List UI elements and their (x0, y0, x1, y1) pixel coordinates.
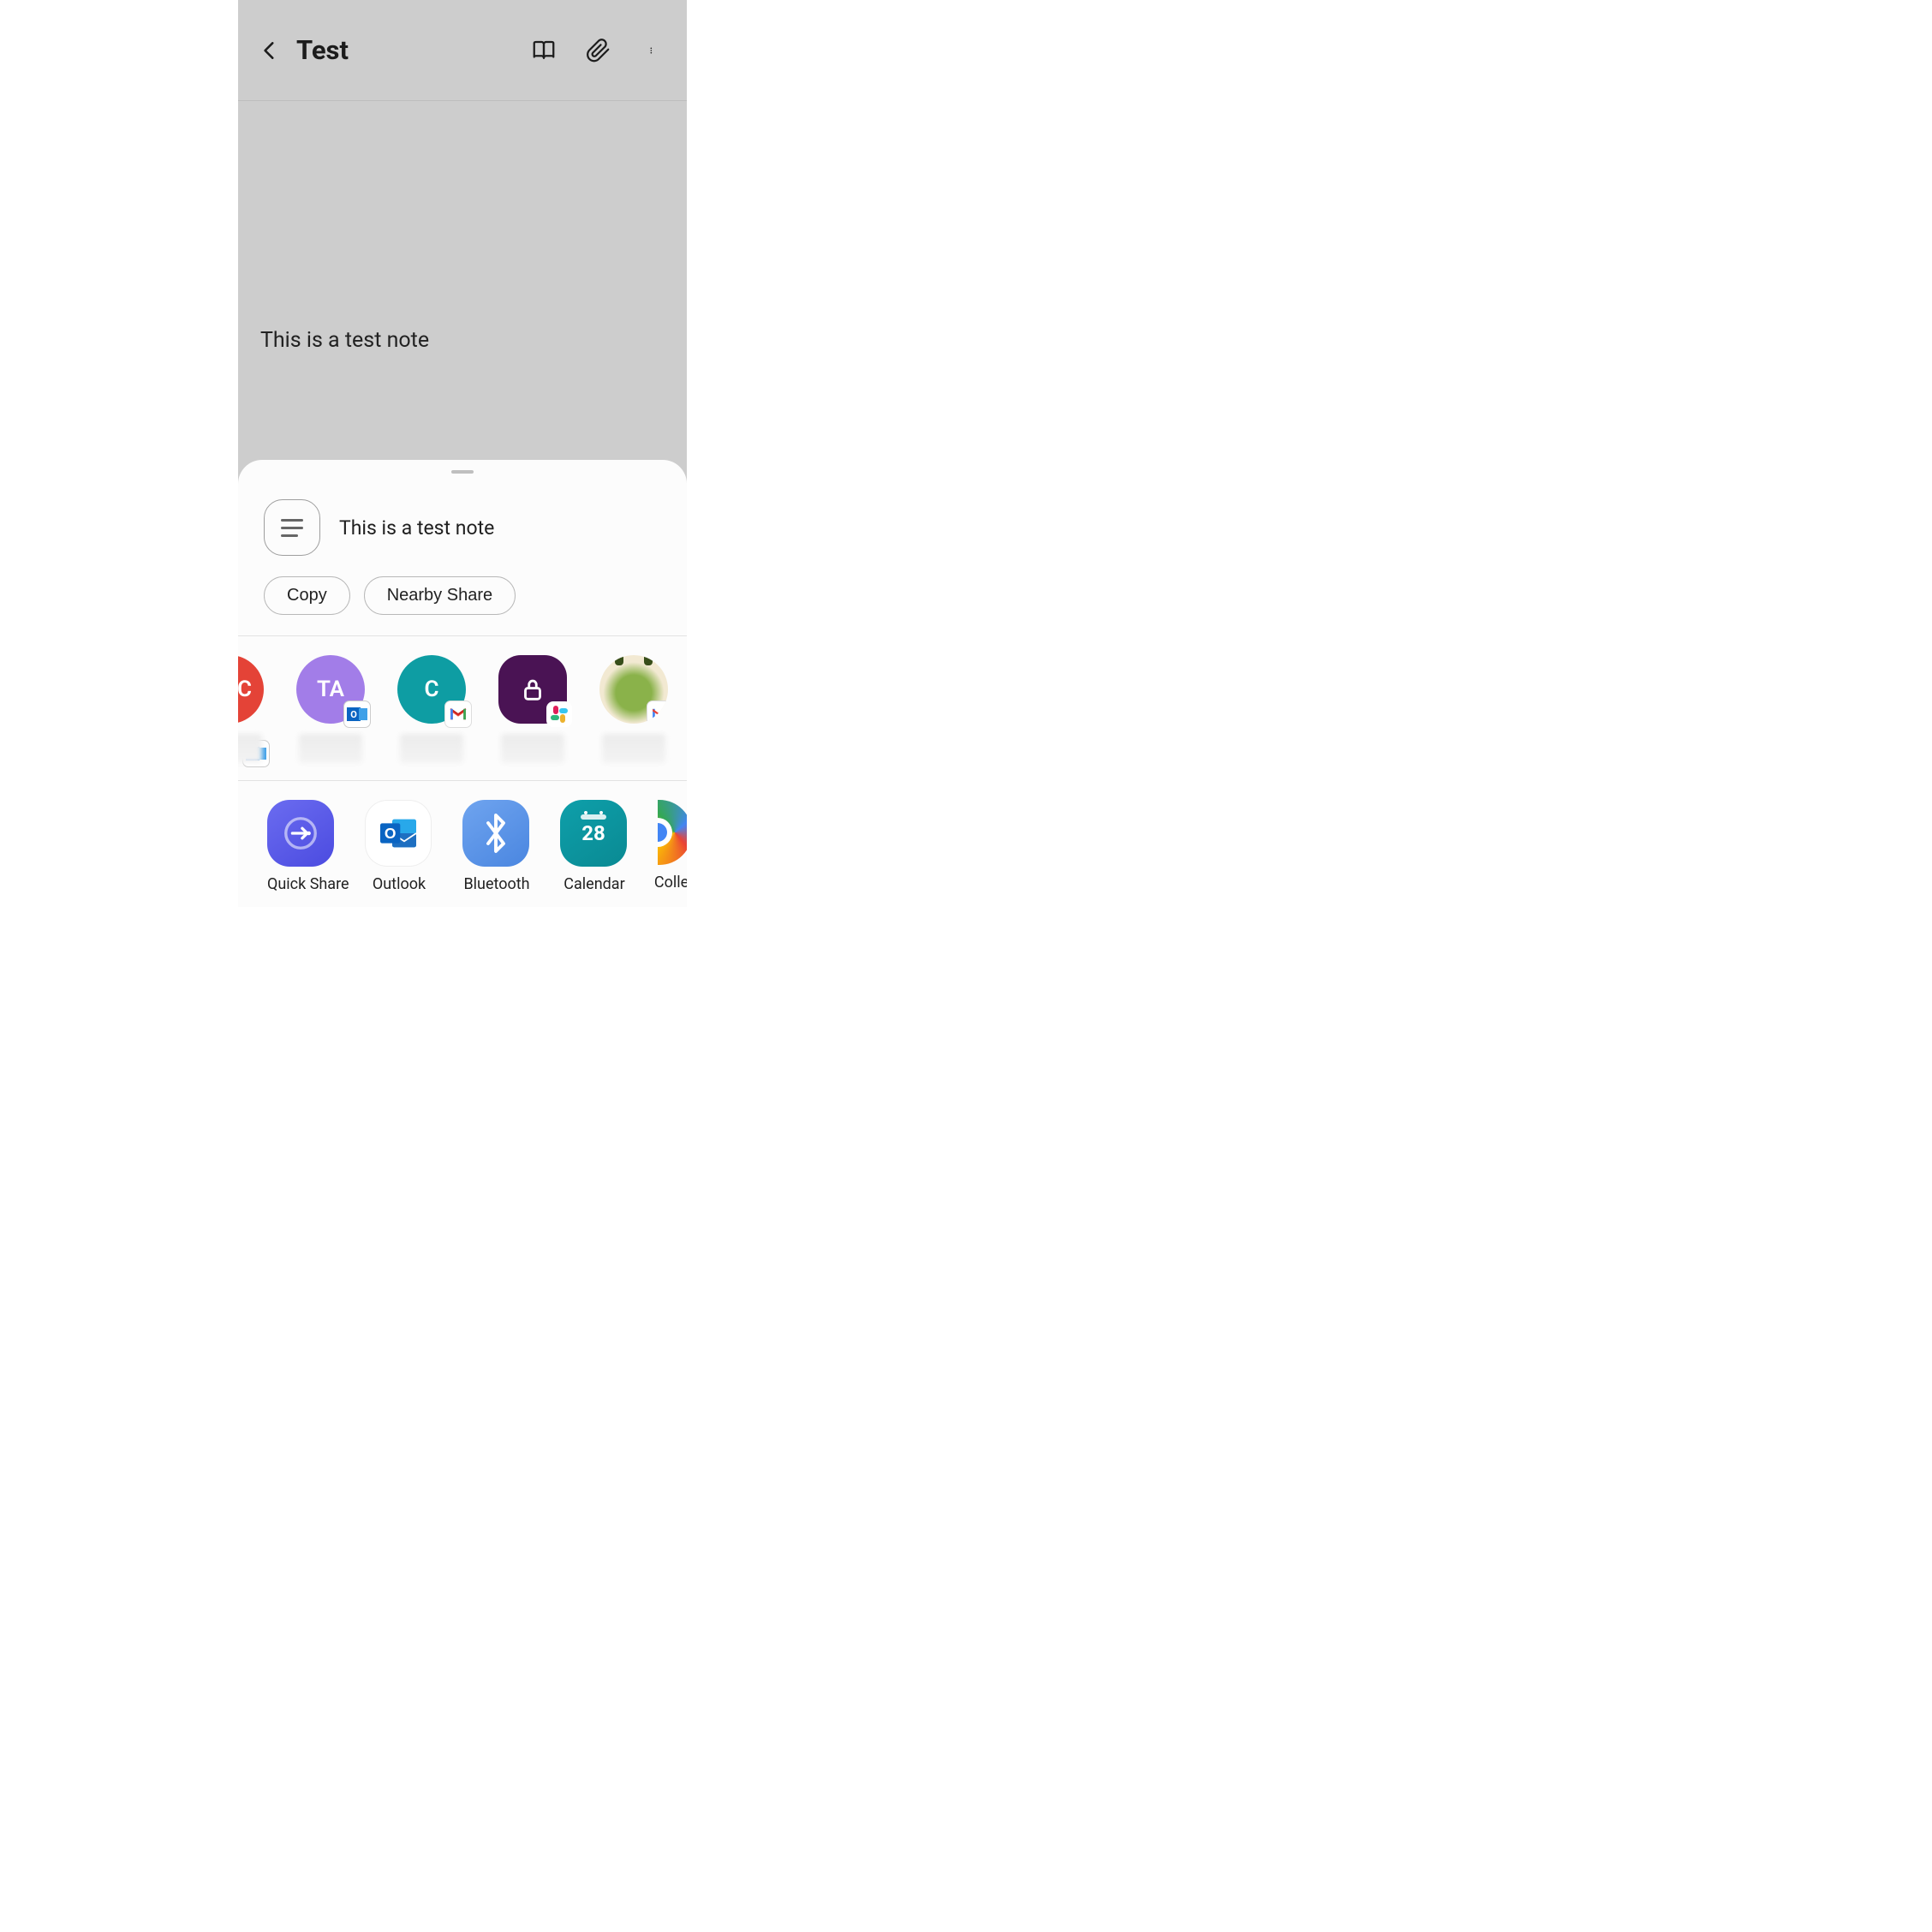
share-contacts-row: C O TA O C (238, 636, 687, 780)
attachment-icon[interactable] (586, 38, 611, 63)
share-contact[interactable]: C (397, 655, 466, 763)
avatar: C (397, 655, 466, 724)
share-content-preview: This is a test note (339, 516, 494, 540)
share-header: This is a test note (238, 474, 687, 564)
svg-text:O: O (385, 825, 397, 842)
contact-name-redacted (238, 734, 262, 763)
avatar (599, 655, 668, 724)
contact-name-redacted (501, 734, 564, 763)
share-sheet: This is a test note Copy Nearby Share C … (238, 460, 687, 907)
share-contact[interactable]: TA O (296, 655, 365, 763)
share-app-calendar[interactable]: 28 Calendar (560, 800, 629, 893)
outlook-icon: O (365, 800, 432, 867)
slack-badge-icon (546, 701, 572, 727)
app-label: Outlook (365, 875, 433, 893)
back-icon[interactable] (259, 39, 281, 62)
share-app-quick-share[interactable]: Quick Share (267, 800, 336, 893)
note-body[interactable]: This is a test note (238, 101, 687, 353)
calendar-day: 28 (581, 821, 605, 845)
app-label: Bluetooth (462, 875, 531, 893)
lock-icon (518, 675, 547, 704)
more-icon[interactable] (641, 38, 666, 63)
share-contact[interactable] (599, 655, 668, 763)
avatar (498, 655, 567, 724)
nearby-share-button[interactable]: Nearby Share (364, 576, 516, 615)
top-bar: Test (238, 0, 687, 101)
share-contact[interactable] (498, 655, 567, 763)
page-title: Test (296, 34, 531, 66)
bluetooth-icon (462, 800, 529, 867)
reader-mode-icon[interactable] (531, 38, 557, 63)
toolbar-actions (531, 38, 666, 63)
chrome-icon (658, 800, 687, 865)
avatar-initials: C (238, 677, 252, 702)
contact-name-redacted (602, 734, 665, 763)
avatar-initials: C (425, 677, 439, 702)
gmail-badge-icon (647, 701, 668, 724)
document-icon (264, 499, 320, 556)
app-label: Colle (651, 874, 687, 891)
outlook-badge-icon: O (344, 701, 370, 727)
share-app-outlook[interactable]: O Outlook (365, 800, 433, 893)
app-screen: Test This is a test (238, 0, 687, 907)
avatar: TA O (296, 655, 365, 724)
avatar: C O (238, 655, 264, 724)
share-action-chips: Copy Nearby Share (238, 564, 687, 635)
copy-button[interactable]: Copy (264, 576, 350, 615)
contact-name-redacted (400, 734, 463, 763)
share-apps-row: Quick Share O Outlook Bluetooth 28 (238, 781, 687, 893)
share-app-collections[interactable]: Colle (658, 800, 687, 893)
calendar-icon: 28 (560, 800, 627, 867)
app-label: Quick Share (267, 875, 336, 893)
share-contact[interactable]: C O (238, 655, 264, 763)
quick-share-icon (267, 800, 334, 867)
share-app-bluetooth[interactable]: Bluetooth (462, 800, 531, 893)
app-label: Calendar (560, 875, 629, 893)
avatar-initials: TA (317, 677, 344, 702)
gmail-badge-icon (445, 701, 471, 727)
contact-name-redacted (299, 734, 362, 763)
